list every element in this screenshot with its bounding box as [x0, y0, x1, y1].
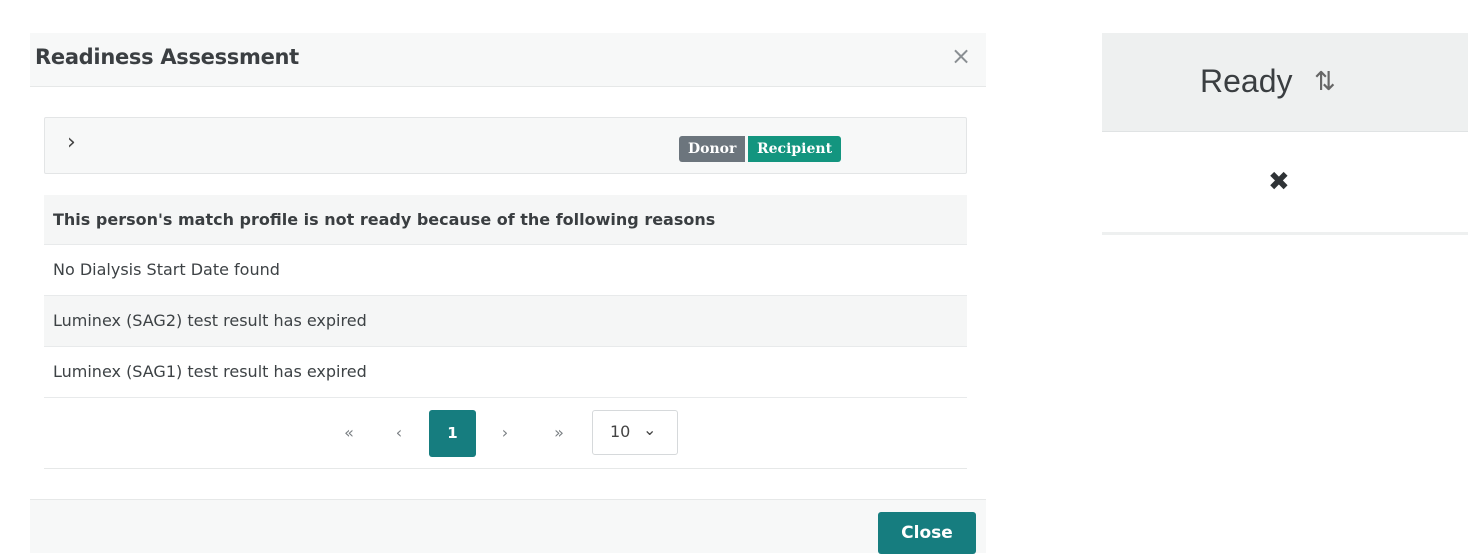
close-icon[interactable]: × [946, 41, 976, 71]
not-ready-x-icon: ✖ [1268, 167, 1290, 197]
reason-row: No Dialysis Start Date found [44, 245, 967, 296]
prev-page-button[interactable]: ‹ [384, 410, 414, 456]
modal-header: Readiness Assessment × [30, 33, 986, 87]
rows-per-page-dropdown[interactable]: 10 ⌄ [592, 410, 678, 455]
close-button[interactable]: Close [878, 512, 976, 554]
modal-footer: Close [30, 499, 986, 554]
next-page-button[interactable]: › [490, 410, 520, 456]
reasons-table: This person's match profile is not ready… [44, 195, 967, 398]
page-1-button[interactable]: 1 [429, 410, 476, 457]
rows-per-page-value: 10 [610, 422, 631, 441]
recipient-badge: Recipient [748, 136, 842, 162]
reason-row: Luminex (SAG1) test result has expired [44, 347, 967, 398]
modal-title: Readiness Assessment [35, 45, 299, 69]
collapsible-panel[interactable]: › Donor Recipient [44, 117, 967, 174]
chevron-right-icon[interactable]: › [67, 131, 76, 155]
paginator: « ‹ 1 › » 10 ⌄ [30, 410, 986, 457]
reasons-header: This person's match profile is not ready… [44, 195, 967, 245]
reason-row: Luminex (SAG2) test result has expired [44, 296, 967, 347]
chevron-down-icon: ⌄ [643, 420, 657, 439]
ready-column-header[interactable]: Ready ⇅ [1102, 33, 1468, 132]
readiness-assessment-modal: Readiness Assessment × › Donor Recipient… [30, 33, 986, 554]
first-page-button[interactable]: « [334, 410, 364, 456]
ready-cell[interactable]: ✖ [1102, 132, 1468, 235]
sort-icon[interactable]: ⇅ [1314, 67, 1336, 97]
donor-badge: Donor [679, 136, 746, 162]
ready-column: Ready ⇅ ✖ [1102, 33, 1468, 235]
ready-header-label: Ready [1200, 63, 1293, 99]
divider [44, 468, 967, 469]
last-page-button[interactable]: » [544, 410, 574, 456]
